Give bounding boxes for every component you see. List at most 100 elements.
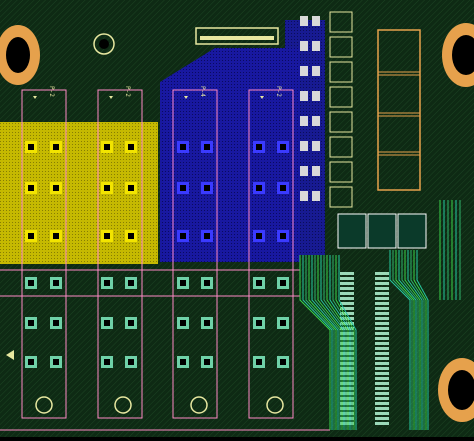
- header-pin: [375, 417, 389, 420]
- pad-teal-drill: [256, 359, 262, 365]
- pad-teal-drill: [104, 280, 110, 286]
- pad-teal-drill: [128, 359, 134, 365]
- pad-blue-drill: [280, 233, 286, 239]
- pad-yellow-drill: [28, 233, 34, 239]
- header-pin: [340, 277, 354, 280]
- header-pin: [375, 312, 389, 315]
- pad-blue-drill: [204, 144, 210, 150]
- drill-icon: [99, 39, 109, 49]
- pad-yellow-drill: [104, 185, 110, 191]
- pad-teal-drill: [280, 320, 286, 326]
- header-pin: [375, 282, 389, 285]
- header-pin: [375, 342, 389, 345]
- pad-yellow-drill: [53, 144, 59, 150]
- header-pin: [375, 302, 389, 305]
- header-pin: [375, 387, 389, 390]
- pad-yellow-drill: [28, 185, 34, 191]
- pad-teal-drill: [280, 359, 286, 365]
- smd-pad: [300, 16, 308, 26]
- pad-blue-drill: [204, 233, 210, 239]
- pad-blue-drill: [280, 185, 286, 191]
- header-pin: [375, 347, 389, 350]
- pad-blue-drill: [180, 233, 186, 239]
- pad-yellow-drill: [53, 185, 59, 191]
- pad-teal-drill: [28, 280, 34, 286]
- header-pin: [375, 337, 389, 340]
- pad-yellow-drill: [53, 233, 59, 239]
- header-pin: [375, 307, 389, 310]
- ic-packages[interactable]: [337, 213, 427, 249]
- pad-blue-drill: [180, 185, 186, 191]
- smd-pad: [300, 41, 308, 51]
- header-pin: [375, 292, 389, 295]
- pad-blue-drill: [256, 185, 262, 191]
- pad-teal-drill: [256, 320, 262, 326]
- header-pin: [375, 367, 389, 370]
- smd-pad: [312, 166, 320, 176]
- pad-teal-drill: [28, 320, 34, 326]
- pcb-canvas[interactable]: P-2 P-2 P-4 P-2: [0, 0, 474, 437]
- header-pin: [375, 287, 389, 290]
- header-pin: [375, 412, 389, 415]
- pad-blue-drill: [280, 144, 286, 150]
- header-pin: [375, 397, 389, 400]
- smd-pad: [312, 191, 320, 201]
- pad-teal-drill: [204, 359, 210, 365]
- smd-pad: [300, 141, 308, 151]
- pcb-layout-svg[interactable]: P-2 P-2 P-4 P-2: [0, 0, 474, 437]
- pad-blue-drill: [256, 233, 262, 239]
- header-pin: [340, 287, 354, 290]
- smd-pad: [300, 166, 308, 176]
- pad-teal-drill: [280, 280, 286, 286]
- header-pin: [340, 282, 354, 285]
- copper-pour-blue[interactable]: [160, 48, 300, 262]
- pad-teal-drill: [53, 280, 59, 286]
- smd-pad: [312, 91, 320, 101]
- header-pin: [375, 382, 389, 385]
- relay-label: P-2: [48, 86, 55, 97]
- smd-pad: [300, 91, 308, 101]
- smd-pad: [300, 191, 308, 201]
- pad-blue-drill: [256, 144, 262, 150]
- header-pin: [375, 402, 389, 405]
- relay-label: P-4: [199, 86, 206, 97]
- pad-blue-drill: [204, 185, 210, 191]
- header-pin: [375, 372, 389, 375]
- pad-teal-drill: [53, 320, 59, 326]
- pad-yellow-drill: [128, 185, 134, 191]
- pad-teal-drill: [28, 359, 34, 365]
- header-pin: [375, 332, 389, 335]
- pad-yellow-drill: [28, 144, 34, 150]
- pad-yellow-drill: [128, 144, 134, 150]
- header-pin: [375, 327, 389, 330]
- smd-pad: [300, 66, 308, 76]
- smd-pad: [312, 41, 320, 51]
- smd-pad: [312, 141, 320, 151]
- header-pin: [375, 362, 389, 365]
- header-pin: [340, 292, 354, 295]
- pad-blue-drill: [180, 144, 186, 150]
- pad-teal-drill: [53, 359, 59, 365]
- pad-teal-drill: [180, 359, 186, 365]
- header-pin: [375, 352, 389, 355]
- pad-yellow-drill: [128, 233, 134, 239]
- header-pin: [375, 422, 389, 425]
- pad-teal-drill: [204, 320, 210, 326]
- pad-teal-drill: [180, 280, 186, 286]
- smd-pad: [300, 116, 308, 126]
- header-pin: [375, 407, 389, 410]
- smd-pad: [312, 116, 320, 126]
- relay-label: P-2: [275, 86, 282, 97]
- header-pin: [340, 297, 354, 300]
- copper-pour-blue-strip[interactable]: [285, 20, 325, 255]
- header-pin: [375, 322, 389, 325]
- pad-yellow-drill: [104, 144, 110, 150]
- relay-label: P-2: [124, 86, 131, 97]
- header-pin: [375, 317, 389, 320]
- header-pin: [375, 392, 389, 395]
- header-pin: [375, 277, 389, 280]
- pad-teal-drill: [104, 320, 110, 326]
- pad-teal-drill: [180, 320, 186, 326]
- header-pin: [375, 297, 389, 300]
- smd-pad: [312, 16, 320, 26]
